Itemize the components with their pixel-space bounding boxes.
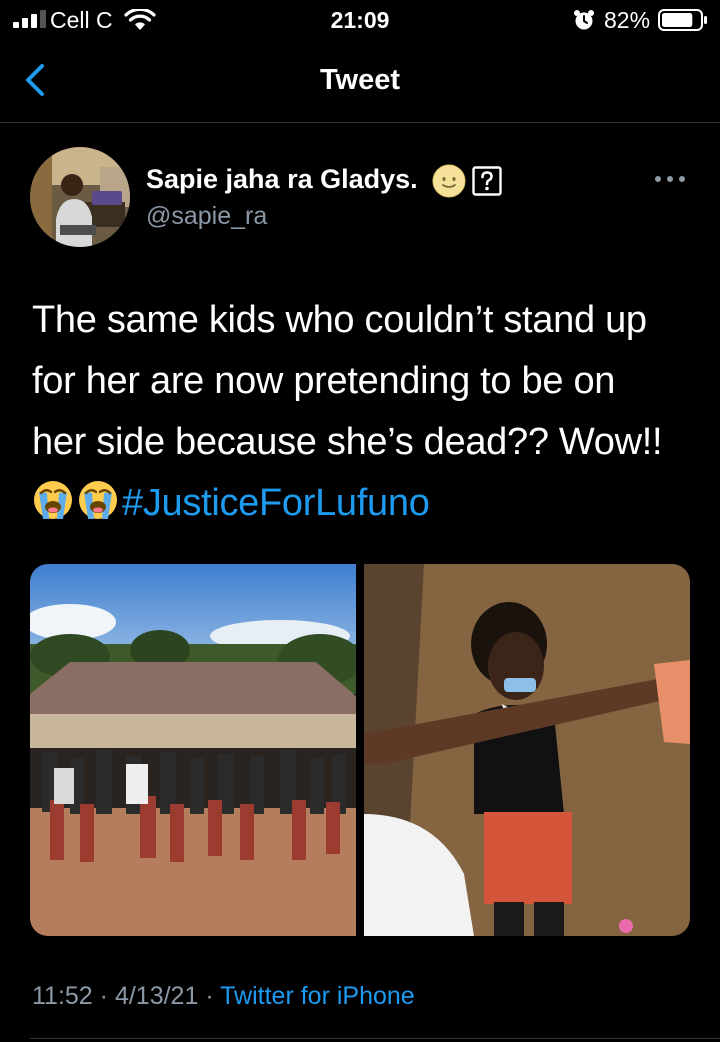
author-name[interactable]: Sapie jaha ra Gladys. — [146, 164, 418, 195]
tweet-text-line: for her are now pretending to be on — [32, 360, 616, 402]
tweet-date: 4/13/21 — [114, 982, 199, 1010]
loudly-crying-face-emoji — [34, 481, 72, 519]
battery-percent: 82% — [604, 7, 651, 33]
tweet-source-link[interactable]: Twitter for iPhone — [220, 982, 415, 1010]
tweet-text-line: The same kids who couldn’t stand up — [32, 299, 647, 341]
more-dots-icon — [655, 176, 685, 182]
battery-icon — [658, 9, 707, 31]
more-options-button[interactable] — [652, 172, 688, 186]
page-title: Tweet — [319, 64, 401, 96]
unknown-glyph-icon — [472, 166, 502, 196]
loudly-crying-face-emoji — [79, 481, 117, 519]
media-photo-2[interactable] — [364, 564, 690, 936]
tweet-text: The same kids who couldn’t stand up for … — [32, 290, 702, 534]
tweet-meta: 11:52 · 4/13/21 · Twitter for iPhone — [32, 982, 415, 1011]
media-photo-1[interactable] — [30, 564, 356, 936]
smiling-face-emoji — [432, 164, 466, 198]
media-grid — [30, 564, 690, 936]
status-bar: Cell C 21:09 82% — [0, 0, 720, 40]
tweet-time: 11:52 — [32, 982, 93, 1010]
meta-separator: · — [99, 982, 108, 1010]
photo-students-outside — [30, 564, 356, 936]
avatar-photo — [30, 147, 130, 247]
tweet-text-line: her side because she’s dead?? Wow!! — [32, 421, 663, 463]
tweet-text-line-4: #JusticeForLufuno — [32, 473, 702, 534]
divider — [30, 1038, 720, 1039]
hashtag-link[interactable]: #JusticeForLufuno — [122, 482, 430, 524]
photo-girl-in-uniform — [364, 564, 690, 936]
alarm-icon — [574, 10, 594, 30]
avatar[interactable] — [30, 147, 130, 247]
nav-bar: Tweet — [0, 40, 720, 123]
meta-separator: · — [205, 982, 214, 1010]
author-handle[interactable]: @sapie_ra — [146, 202, 267, 231]
